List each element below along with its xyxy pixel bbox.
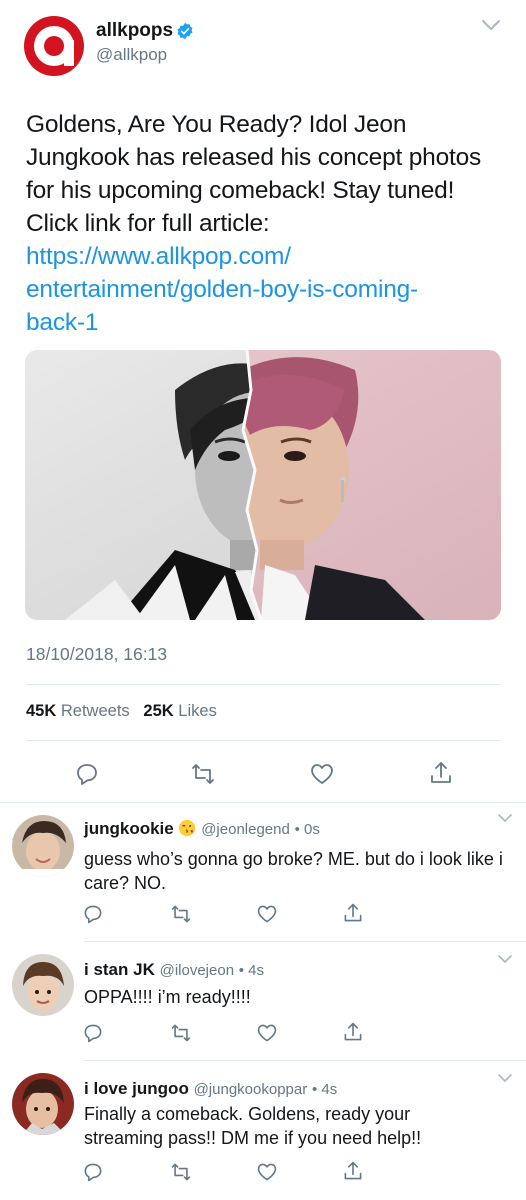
like-button[interactable]	[256, 1161, 278, 1183]
heart-icon	[257, 905, 277, 923]
reply-text: guess who’s gonna go broke? ME. but do i…	[84, 849, 503, 893]
verified-badge-icon	[177, 22, 193, 40]
tweet-link-line-1[interactable]: https://www.allkpop.com/	[26, 240, 506, 273]
reply-author-name[interactable]: i love jungoo	[84, 1079, 189, 1098]
tweet-author-handle[interactable]: @allkpop	[96, 45, 167, 65]
reply-author-handle[interactable]: @jeonlegend	[201, 821, 290, 838]
retweet-button[interactable]	[190, 761, 216, 787]
tweet-link-line-3[interactable]: back-1	[26, 306, 506, 339]
share-button[interactable]	[342, 1160, 364, 1182]
tweet-body-text: Goldens, Are You Ready? Idol Jeon Jungko…	[26, 111, 482, 237]
retweet-icon	[171, 1163, 191, 1181]
share-button[interactable]	[428, 760, 454, 786]
retweet-button[interactable]	[170, 903, 192, 925]
chevron-down-icon[interactable]	[497, 954, 513, 964]
tweet-timestamp: 18/10/2018, 16:13	[26, 644, 168, 664]
tweet-media-image[interactable]	[25, 350, 501, 620]
reply-header: i stan JK @ilovejeon • 4s	[84, 960, 264, 980]
share-icon	[344, 1022, 362, 1041]
reply-icon	[84, 905, 102, 924]
divider	[26, 684, 500, 685]
allkpop-logo-avatar[interactable]	[24, 16, 84, 76]
reply-button[interactable]	[82, 1161, 104, 1183]
reply-tweet[interactable]: i love jungoo @jungkookoppar • 4s Finall…	[0, 1061, 526, 1200]
likes-label[interactable]: Likes	[178, 702, 217, 720]
share-icon	[344, 1161, 362, 1180]
reply-author-name[interactable]: i stan JK	[84, 960, 155, 979]
main-tweet: allkpops @allkpop Goldens, Are You Ready…	[0, 0, 526, 802]
tweet-text: Goldens, Are You Ready? Idol Jeon Jungko…	[26, 108, 506, 339]
share-icon	[344, 903, 362, 922]
reply-time: • 4s	[238, 962, 265, 979]
reply-button[interactable]	[82, 1022, 104, 1044]
retweets-count[interactable]: 45K	[26, 702, 56, 720]
reply-time: • 4s	[311, 1081, 338, 1098]
tweet-stats: 45K Retweets 25K Likes	[26, 702, 217, 721]
reply-icon	[84, 1163, 102, 1182]
reply-tweet[interactable]: i stan JK @ilovejeon • 4s OPPA!!!! i’m r…	[0, 942, 526, 1060]
reply-time: • 0s	[294, 821, 320, 838]
chevron-down-icon[interactable]	[497, 1073, 513, 1083]
retweets-label[interactable]: Retweets	[61, 702, 130, 720]
retweet-icon	[171, 905, 191, 923]
reply-tweet[interactable]: jungkookie @jeonlegend • 0s guess who’s …	[0, 803, 526, 941]
retweet-button[interactable]	[170, 1022, 192, 1044]
retweet-button[interactable]	[170, 1161, 192, 1183]
heart-icon	[257, 1163, 277, 1181]
share-icon	[431, 762, 451, 783]
heart-icon	[311, 764, 333, 784]
like-button[interactable]	[256, 1022, 278, 1044]
share-button[interactable]	[342, 902, 364, 924]
divider	[26, 740, 500, 741]
tweet-link-line-2[interactable]: entertainment/golden-boy-is-coming-	[26, 273, 506, 306]
chevron-down-icon[interactable]	[497, 813, 513, 823]
like-button[interactable]	[256, 903, 278, 925]
tweet-author-name[interactable]: allkpops	[96, 20, 173, 42]
reply-text: Finally a comeback. Goldens, ready your …	[84, 1104, 422, 1148]
reply-author-handle[interactable]: @jungkookoppar	[194, 1081, 308, 1098]
reply-button[interactable]	[82, 903, 104, 925]
reply-author-handle[interactable]: @ilovejeon	[160, 962, 234, 979]
reply-icon	[77, 764, 97, 785]
reply-icon	[84, 1024, 102, 1043]
share-button[interactable]	[342, 1021, 364, 1043]
avatar[interactable]	[12, 815, 74, 877]
avatar[interactable]	[12, 954, 74, 1016]
reply-header: jungkookie @jeonlegend • 0s	[84, 819, 320, 839]
avatar[interactable]	[12, 1073, 74, 1135]
like-button[interactable]	[309, 761, 335, 787]
likes-count[interactable]: 25K	[143, 702, 173, 720]
reply-button[interactable]	[74, 761, 100, 787]
reply-author-name[interactable]: jungkookie	[84, 819, 174, 838]
chevron-down-icon[interactable]	[481, 18, 501, 32]
reply-header: i love jungoo @jungkookoppar • 4s	[84, 1079, 337, 1099]
retweet-icon	[171, 1024, 191, 1042]
retweet-icon	[192, 764, 214, 784]
heart-icon	[257, 1024, 277, 1042]
face-blowing-kiss-icon	[179, 819, 196, 837]
reply-text: OPPA!!!! i’m ready!!!!	[84, 987, 251, 1007]
